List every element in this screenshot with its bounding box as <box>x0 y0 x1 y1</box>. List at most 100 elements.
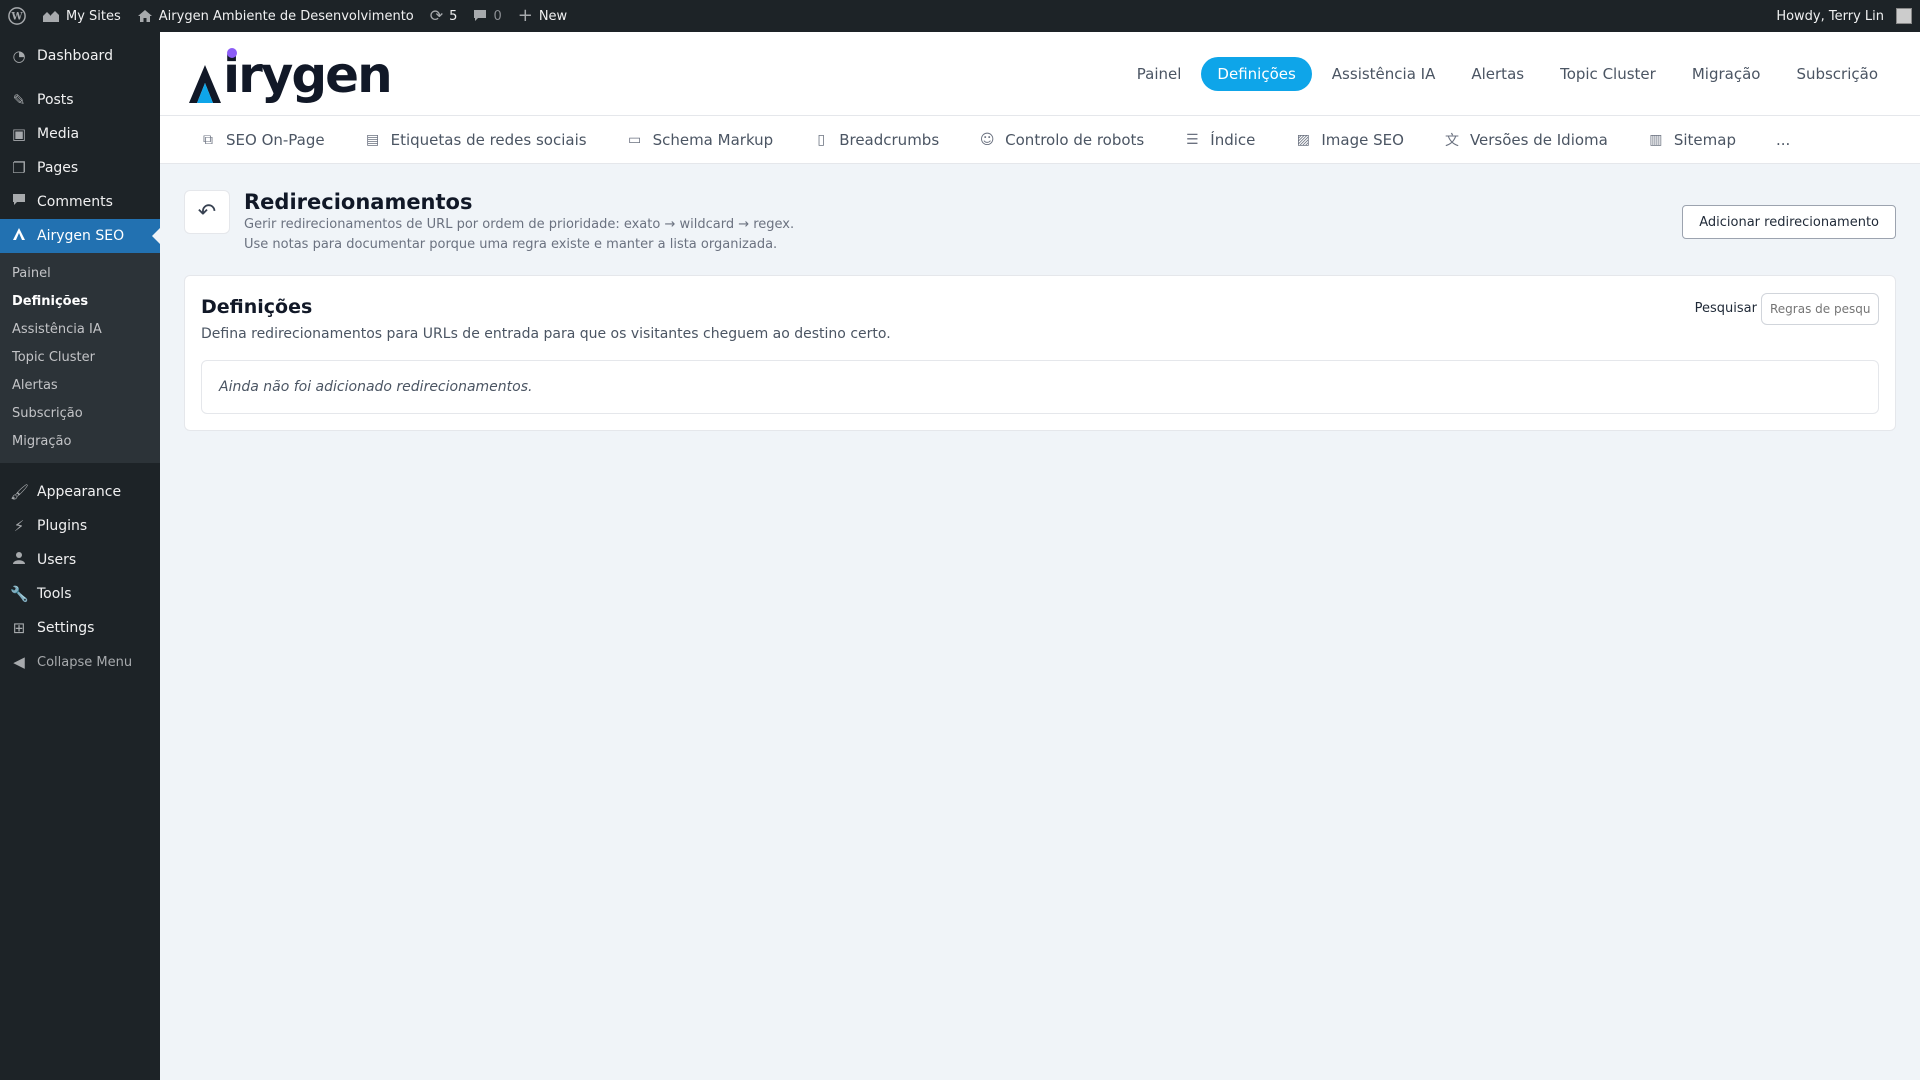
user-icon <box>10 551 28 569</box>
media-icon: ▣ <box>11 125 27 143</box>
submenu-subscricao[interactable]: Subscrição <box>0 400 160 428</box>
menu-pages-label: Pages <box>37 160 79 176</box>
pages-icon: ❐ <box>12 159 26 177</box>
nav-alertas[interactable]: Alertas <box>1455 57 1540 91</box>
menu-plugins[interactable]: ⚡ Plugins <box>0 509 160 543</box>
avatar <box>1896 8 1912 24</box>
tab-robots-control[interactable]: ☺ Controlo de robots <box>979 131 1144 149</box>
menu-users[interactable]: Users <box>0 543 160 577</box>
airygen-submenu: Painel Definições Assistência IA Topic C… <box>0 253 160 463</box>
updates-icon: ⟳ <box>429 6 444 25</box>
tab-label: Controlo de robots <box>1005 130 1145 149</box>
nav-topic-cluster[interactable]: Topic Cluster <box>1544 57 1672 91</box>
empty-state-box: Ainda não foi adicionado redirecionament… <box>201 360 1879 414</box>
pin-icon: ✎ <box>12 91 26 109</box>
logo-dot <box>227 47 237 58</box>
menu-pages[interactable]: ❐ Pages <box>0 151 160 185</box>
submenu-painel[interactable]: Painel <box>0 260 160 288</box>
more-label: ... <box>1775 130 1791 149</box>
comments-count: 0 <box>493 8 502 24</box>
card-icon: ▤ <box>366 131 380 148</box>
menu-comments[interactable]: Comments <box>0 185 160 219</box>
site-name-label: Airygen Ambiente de Desenvolvimento <box>158 8 414 24</box>
back-button[interactable]: ↶ <box>184 190 230 234</box>
tab-social-tags[interactable]: ▤ Etiquetas de redes sociais <box>365 131 587 149</box>
tab-label: Índice <box>1210 130 1256 149</box>
sites-icon <box>42 9 60 23</box>
tab-label: Sitemap <box>1673 130 1736 149</box>
airygen-icon <box>10 227 28 245</box>
card-description: Defina redirecionamentos para URLs de en… <box>201 326 891 342</box>
nav-painel[interactable]: Painel <box>1121 57 1198 91</box>
page-header: ↶ Redirecionamentos Gerir redirecionamen… <box>184 190 1896 256</box>
page-description: Gerir redirecionamentos de URL por ordem… <box>244 217 795 232</box>
menu-settings[interactable]: ⊞ Settings <box>0 611 160 645</box>
new-content-menu[interactable]: + New <box>510 0 575 32</box>
page-description-notes: Use notas para documentar porque uma reg… <box>244 237 778 252</box>
add-redirect-button[interactable]: Adicionar redirecionamento <box>1682 205 1896 239</box>
tab-label: Schema Markup <box>652 130 774 149</box>
menu-airygen-seo[interactable]: Airygen SEO <box>0 219 160 253</box>
tab-language-versions[interactable]: 文 Versões de Idioma <box>1444 130 1608 150</box>
undo-arrow-icon: ↶ <box>197 199 217 225</box>
submenu-migracao[interactable]: Migração <box>0 428 160 456</box>
plugin-icon: ⚡ <box>13 517 25 535</box>
my-account-menu[interactable]: Howdy, Terry Lin <box>1768 0 1920 32</box>
new-label: New <box>538 8 568 24</box>
comments-menu[interactable]: 0 <box>465 0 509 32</box>
page-title: Redirecionamentos <box>244 190 473 214</box>
tab-breadcrumbs[interactable]: ▯ Breadcrumbs <box>813 131 939 149</box>
plugin-header: irygen Painel Definições Assistência IA … <box>160 32 1920 116</box>
translate-icon: 文 <box>1444 132 1459 149</box>
settings-icon: ⊞ <box>12 619 26 637</box>
submenu-assistencia-ia[interactable]: Assistência IA <box>0 316 160 344</box>
airygen-logo: irygen <box>188 44 393 104</box>
tab-more[interactable]: ... <box>1776 131 1790 149</box>
menu-media[interactable]: ▣ Media <box>0 117 160 151</box>
wordpress-logo-icon[interactable]: W <box>0 0 34 32</box>
menu-appearance[interactable]: 🖌 Appearance <box>0 475 160 509</box>
empty-state-text: Ainda não foi adicionado redirecionament… <box>219 379 533 395</box>
search-rules-input[interactable] <box>1761 293 1879 325</box>
tab-label: Etiquetas de redes sociais <box>390 130 587 149</box>
submenu-topic-cluster[interactable]: Topic Cluster <box>0 344 160 372</box>
site-name-menu[interactable]: Airygen Ambiente de Desenvolvimento <box>129 0 422 32</box>
submenu-definicoes[interactable]: Definições <box>0 288 160 316</box>
submenu-alertas[interactable]: Alertas <box>0 372 160 400</box>
menu-users-label: Users <box>37 552 77 568</box>
menu-airygen-seo-label: Airygen SEO <box>37 228 125 244</box>
tab-index[interactable]: ☰ Índice <box>1184 131 1255 149</box>
image-icon: ▨ <box>1296 131 1310 148</box>
menu-tools[interactable]: 🔧 Tools <box>0 577 160 611</box>
my-sites-menu[interactable]: My Sites <box>34 0 129 32</box>
copy-icon: ⧉ <box>203 131 213 148</box>
collapse-menu-button[interactable]: ◀ Collapse Menu <box>0 645 160 679</box>
main-nav: Painel Definições Assistência IA Alertas… <box>1121 56 1894 91</box>
file-icon: ▯ <box>817 131 826 148</box>
menu-posts[interactable]: ✎ Posts <box>0 83 160 117</box>
menu-tools-label: Tools <box>37 586 72 602</box>
card-title: Definições <box>201 296 313 318</box>
menu-plugins-label: Plugins <box>37 518 88 534</box>
search-label: Pesquisar <box>1694 301 1757 316</box>
tab-image-seo[interactable]: ▨ Image SEO <box>1295 131 1404 149</box>
tab-seo-on-page[interactable]: ⧉ SEO On-Page <box>200 131 325 149</box>
nav-migracao[interactable]: Migração <box>1676 57 1777 91</box>
admin-bar: W My Sites Airygen Ambiente de Desenvolv… <box>0 0 1920 32</box>
menu-posts-label: Posts <box>37 92 74 108</box>
home-icon <box>137 9 153 23</box>
nav-definicoes[interactable]: Definições <box>1201 56 1312 91</box>
nav-subscricao[interactable]: Subscrição <box>1780 57 1894 91</box>
menu-settings-label: Settings <box>37 620 95 636</box>
list-icon: ☰ <box>1185 131 1199 148</box>
tab-schema-markup[interactable]: ▭ Schema Markup <box>627 130 774 149</box>
tab-sitemap[interactable]: ▥ Sitemap <box>1648 131 1736 149</box>
svg-text:W: W <box>10 12 23 23</box>
nav-assistencia-ia[interactable]: Assistência IA <box>1316 57 1452 91</box>
collapse-icon: ◀ <box>13 653 25 671</box>
updates-menu[interactable]: ⟳ 5 <box>422 0 466 32</box>
comments-icon <box>10 193 28 211</box>
menu-dashboard[interactable]: ◔ Dashboard <box>0 39 160 73</box>
logo-text-wrap: irygen <box>223 46 393 104</box>
updates-count: 5 <box>449 8 458 24</box>
